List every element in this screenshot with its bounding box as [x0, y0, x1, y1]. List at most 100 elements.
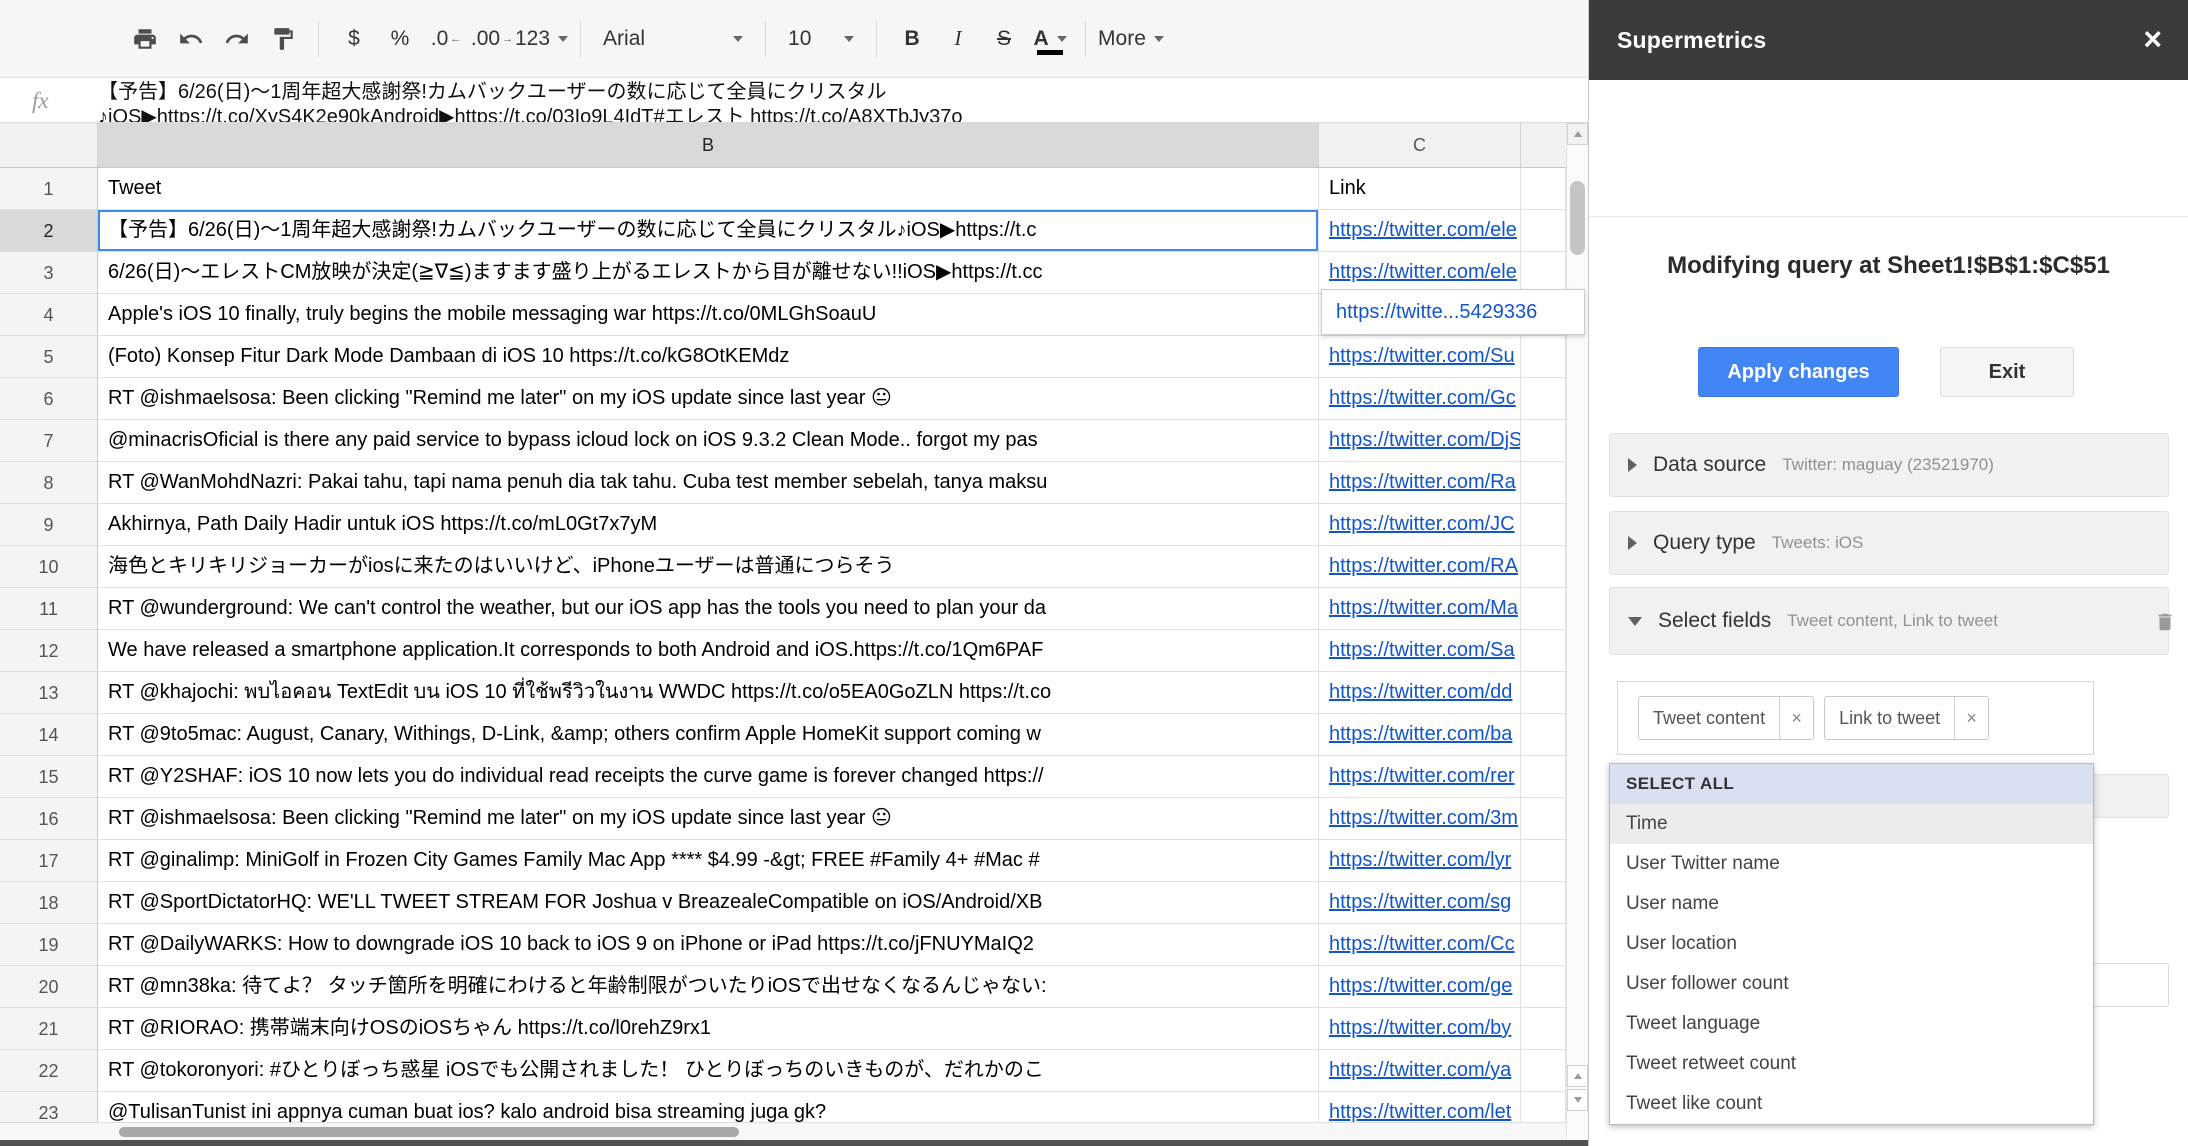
print-button[interactable] — [122, 15, 168, 63]
format-percent-button[interactable]: % — [377, 15, 423, 63]
row-header-3[interactable]: 3 — [0, 252, 98, 294]
cell-D10-partial[interactable] — [1521, 546, 1566, 588]
row-header-4[interactable]: 4 — [0, 294, 98, 336]
row-header-9[interactable]: 9 — [0, 504, 98, 546]
cell-D5-partial[interactable] — [1521, 336, 1566, 378]
cell-C18[interactable]: https://twitter.com/sg — [1319, 882, 1521, 924]
cell-D21-partial[interactable] — [1521, 1008, 1566, 1050]
corner-cell[interactable] — [0, 123, 98, 167]
undo-button[interactable] — [168, 15, 214, 63]
cell-D20-partial[interactable] — [1521, 966, 1566, 1008]
italic-button[interactable]: I — [935, 15, 981, 63]
scroll-down-button[interactable] — [1567, 1089, 1588, 1111]
remove-field-icon[interactable]: × — [1954, 697, 1988, 739]
row-header-18[interactable]: 18 — [0, 882, 98, 924]
row-header-10[interactable]: 10 — [0, 546, 98, 588]
cell-D22-partial[interactable] — [1521, 1050, 1566, 1092]
row-header-12[interactable]: 12 — [0, 630, 98, 672]
field-tags[interactable]: Tweet content×Link to tweet× — [1617, 681, 2094, 755]
bold-button[interactable]: B — [889, 15, 935, 63]
cell-B14[interactable]: RT @9to5mac: August, Canary, Withings, D… — [98, 714, 1319, 756]
cell-D9-partial[interactable] — [1521, 504, 1566, 546]
row-header-5[interactable]: 5 — [0, 336, 98, 378]
cell-D17-partial[interactable] — [1521, 840, 1566, 882]
scroll-up-button-bottom[interactable] — [1567, 1065, 1588, 1087]
cell-B19[interactable]: RT @DailyWARKS: How to downgrade iOS 10 … — [98, 924, 1319, 966]
delete-fields-button[interactable] — [2154, 610, 2176, 639]
column-header-partial[interactable] — [1521, 123, 1566, 167]
cell-C1[interactable]: Link — [1319, 168, 1521, 210]
cell-B9[interactable]: Akhirnya, Path Daily Hadir untuk iOS htt… — [98, 504, 1319, 546]
vertical-scrollbar[interactable] — [1566, 123, 1588, 1140]
cell-C10[interactable]: https://twitter.com/RA — [1319, 546, 1521, 588]
cell-B10[interactable]: 海色とキリキリジョーカーがiosに来たのはいいけど、iPhoneユーザーは普通に… — [98, 546, 1319, 588]
row-header-8[interactable]: 8 — [0, 462, 98, 504]
cell-C3[interactable]: https://twitter.com/ele — [1319, 252, 1521, 294]
vertical-scrollbar-thumb[interactable] — [1570, 181, 1585, 255]
cell-B18[interactable]: RT @SportDictatorHQ: WE'LL TWEET STREAM … — [98, 882, 1319, 924]
text-color-button[interactable]: A — [1027, 15, 1073, 63]
accordion-select-fields[interactable]: Select fields Tweet content, Link to twe… — [1609, 587, 2169, 655]
horizontal-scrollbar-thumb[interactable] — [119, 1127, 739, 1137]
increase-decimals-button[interactable]: .00 → — [469, 15, 515, 63]
row-header-17[interactable]: 17 — [0, 840, 98, 882]
cell-B21[interactable]: RT @RIORAO: 携帯端末向けOSのiOSちゃん https://t.co… — [98, 1008, 1319, 1050]
row-header-15[interactable]: 15 — [0, 756, 98, 798]
cell-B23[interactable]: @TulisanTunist ini appnya cuman buat ios… — [98, 1092, 1319, 1122]
cell-B11[interactable]: RT @wunderground: We can't control the w… — [98, 588, 1319, 630]
dropdown-item-tweet-like-count[interactable]: Tweet like count — [1610, 1084, 2093, 1124]
apply-changes-button[interactable]: Apply changes — [1698, 347, 1899, 397]
accordion-data-source[interactable]: Data source Twitter: maguay (23521970) — [1609, 433, 2169, 497]
row-header-16[interactable]: 16 — [0, 798, 98, 840]
cell-D12-partial[interactable] — [1521, 630, 1566, 672]
cell-C12[interactable]: https://twitter.com/Sa — [1319, 630, 1521, 672]
cell-D3-partial[interactable] — [1521, 252, 1566, 294]
cell-C22[interactable]: https://twitter.com/ya — [1319, 1050, 1521, 1092]
column-header-B[interactable]: B — [98, 123, 1319, 167]
font-size-select[interactable]: 10 — [778, 15, 864, 63]
scroll-up-button[interactable] — [1567, 123, 1588, 145]
dropdown-item-user-name[interactable]: User name — [1610, 884, 2093, 924]
cell-B1[interactable]: Tweet — [98, 168, 1319, 210]
row-header-14[interactable]: 14 — [0, 714, 98, 756]
cell-C2[interactable]: https://twitter.com/ele — [1319, 210, 1521, 252]
remove-field-icon[interactable]: × — [1779, 697, 1813, 739]
row-header-21[interactable]: 21 — [0, 1008, 98, 1050]
horizontal-scrollbar[interactable] — [0, 1122, 1566, 1140]
cell-D13-partial[interactable] — [1521, 672, 1566, 714]
accordion-query-type[interactable]: Query type Tweets: iOS — [1609, 511, 2169, 575]
cell-B22[interactable]: RT @tokoronyori: #ひとりぼっち惑星 iOSでも公開されました！… — [98, 1050, 1319, 1092]
cell-C19[interactable]: https://twitter.com/Cc — [1319, 924, 1521, 966]
dropdown-item-time[interactable]: Time — [1610, 804, 2093, 844]
row-header-6[interactable]: 6 — [0, 378, 98, 420]
cell-D15-partial[interactable] — [1521, 756, 1566, 798]
close-icon[interactable]: × — [2143, 20, 2162, 58]
decrease-decimals-button[interactable]: .0 ← — [423, 15, 469, 63]
dropdown-item-tweet-retweet-count[interactable]: Tweet retweet count — [1610, 1044, 2093, 1084]
cell-D14-partial[interactable] — [1521, 714, 1566, 756]
redo-button[interactable] — [214, 15, 260, 63]
cell-B3[interactable]: 6/26(日)〜エレストCM放映が決定(≧∇≦)ますます盛り上がるエレストから目… — [98, 252, 1319, 294]
row-header-13[interactable]: 13 — [0, 672, 98, 714]
cell-D1-partial[interactable] — [1521, 168, 1566, 210]
cell-C17[interactable]: https://twitter.com/lyr — [1319, 840, 1521, 882]
cell-C14[interactable]: https://twitter.com/ba — [1319, 714, 1521, 756]
row-header-23[interactable]: 23 — [0, 1092, 98, 1122]
cell-C13[interactable]: https://twitter.com/dd — [1319, 672, 1521, 714]
cell-B20[interactable]: RT @mn38ka: 待てよ？ タッチ箇所を明確にわけると年齢制限がついたりi… — [98, 966, 1319, 1008]
cell-C5[interactable]: https://twitter.com/Su — [1319, 336, 1521, 378]
formula-input[interactable]: 【予告】6/26(日)〜1周年超大感謝祭!カムバックユーザーの数に応じて全員にク… — [98, 78, 1588, 122]
cell-B6[interactable]: RT @ishmaelsosa: Been clicking "Remind m… — [98, 378, 1319, 420]
cell-D2-partial[interactable] — [1521, 210, 1566, 252]
row-header-20[interactable]: 20 — [0, 966, 98, 1008]
cell-B12[interactable]: We have released a smartphone applicatio… — [98, 630, 1319, 672]
dropdown-item-select-all[interactable]: SELECT ALL — [1610, 764, 2093, 804]
cell-C9[interactable]: https://twitter.com/JC — [1319, 504, 1521, 546]
paint-format-button[interactable] — [260, 15, 306, 63]
cell-C8[interactable]: https://twitter.com/Ra — [1319, 462, 1521, 504]
format-currency-button[interactable]: $ — [331, 15, 377, 63]
cell-C23[interactable]: https://twitter.com/let — [1319, 1092, 1521, 1122]
font-family-select[interactable]: Arial — [593, 15, 753, 63]
more-button[interactable]: More — [1098, 15, 1164, 63]
cell-C11[interactable]: https://twitter.com/Ma — [1319, 588, 1521, 630]
